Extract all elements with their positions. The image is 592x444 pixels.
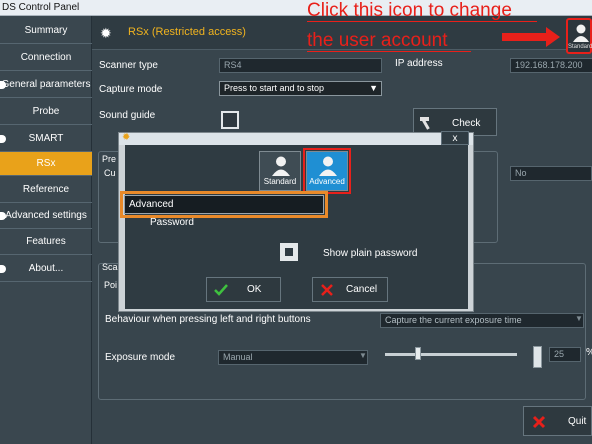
user-icon: [272, 156, 290, 176]
sun-icon: ✹: [100, 25, 112, 41]
sun-icon: ✹: [122, 132, 131, 143]
user-account-dialog: ✹ x Standard Advanced Password Show plai…: [118, 131, 474, 312]
capture-mode-value: Press to start and to stop: [224, 83, 325, 93]
check-button-label: Check: [452, 118, 481, 129]
window-title: DS Control Panel: [2, 2, 80, 13]
control-panel-window: DS Control Panel Summary Connection Gene…: [0, 0, 592, 444]
sidebar-item-label: RSx: [36, 158, 56, 169]
dialog-titlebar: ✹: [119, 132, 473, 145]
exposure-slider-track[interactable]: [385, 353, 517, 356]
sidebar-item-summary[interactable]: Summary: [0, 18, 92, 44]
sidebar-item-label: Connection: [20, 52, 72, 63]
page-title: RSx (Restricted access): [128, 26, 246, 38]
exposure-slider-handle[interactable]: [415, 347, 421, 360]
annotation-underline-1: [307, 21, 537, 22]
cancel-button-label: Cancel: [346, 284, 378, 295]
behaviour-label: Behaviour when pressing left and right b…: [105, 314, 311, 325]
scanner-type-label: Scanner type: [99, 60, 158, 71]
user-icon: [573, 24, 589, 42]
ok-button[interactable]: OK: [206, 277, 281, 302]
show-plain-password-label: Show plain password: [323, 248, 418, 259]
scanner-type-field: RS4: [219, 58, 382, 73]
pre-setting-field[interactable]: No: [510, 166, 592, 181]
sound-guide-label: Sound guide: [99, 110, 156, 121]
checkbox-mark: [285, 248, 293, 256]
scan-row-label: Poi: [104, 280, 118, 290]
quit-button[interactable]: Quit: [523, 406, 592, 436]
dialog-close-button[interactable]: x: [441, 131, 469, 145]
user-account-button[interactable]: Standard: [566, 18, 592, 54]
password-label: Password: [150, 217, 194, 228]
annotation-underline-2: [307, 51, 471, 52]
annotation-arrow-head: [546, 27, 560, 47]
exposure-mode-label: Exposure mode: [105, 352, 176, 363]
ip-address-label: IP address: [395, 58, 443, 69]
exposure-value-field[interactable]: 25: [549, 347, 581, 362]
sidebar-item-general-parameters[interactable]: General parameters: [0, 72, 92, 98]
capture-mode-select[interactable]: Press to start and to stop ▼: [219, 81, 382, 96]
hammer-icon: [420, 117, 430, 130]
sidebar-item-label: SMART: [28, 133, 64, 144]
exposure-unit: %: [586, 347, 592, 358]
dropdown-arrow-icon: ▼: [575, 314, 583, 323]
sidebar-item-smart[interactable]: SMART: [0, 126, 92, 152]
sidebar-item-label: Advanced settings: [5, 210, 87, 221]
annotation-arrow-shaft: [502, 33, 550, 41]
sidebar-item-label: Features: [26, 236, 66, 247]
sidebar-item-rsx[interactable]: RSx: [0, 152, 92, 176]
sound-guide-checkbox[interactable]: [221, 111, 239, 129]
password-input[interactable]: Advanced: [120, 191, 328, 218]
bullet-icon: [0, 265, 6, 273]
user-account-label: Standard: [568, 44, 592, 50]
standard-account-label: Standard: [263, 177, 297, 186]
advanced-account-label: Advanced: [309, 177, 345, 186]
annotation-line-2: the user account: [307, 30, 448, 51]
close-icon: [532, 415, 546, 429]
ok-button-label: OK: [247, 284, 262, 295]
sidebar-item-label: Probe: [32, 106, 60, 117]
sidebar-item-about[interactable]: About...: [0, 256, 92, 282]
show-plain-password-checkbox[interactable]: [280, 243, 298, 261]
sidebar: Summary Connection General parameters Pr…: [0, 16, 92, 444]
advanced-account-option[interactable]: Advanced: [303, 148, 351, 194]
dropdown-arrow-icon: ▼: [359, 351, 367, 360]
annotation-line-1: Click this icon to change: [307, 0, 512, 21]
close-icon: [321, 284, 333, 296]
checkmark-icon: [214, 284, 228, 296]
sidebar-item-features[interactable]: Features: [0, 229, 92, 255]
pre-row-label: Cu: [104, 168, 116, 178]
scan-group-label: Sca: [102, 262, 118, 272]
sidebar-item-connection[interactable]: Connection: [0, 45, 92, 71]
sidebar-item-label: Summary: [24, 25, 68, 36]
user-icon: [319, 156, 337, 176]
dropdown-arrow-icon: ▼: [369, 83, 378, 93]
exposure-mode-select[interactable]: Manual: [218, 350, 368, 365]
sidebar-item-label: Reference: [22, 184, 70, 195]
dialog-body: Standard Advanced Password Show plain pa…: [125, 145, 468, 309]
sidebar-item-reference[interactable]: Reference: [0, 177, 92, 203]
pre-group-label: Pre: [102, 154, 117, 164]
sidebar-item-probe[interactable]: Probe: [0, 99, 92, 125]
standard-account-option[interactable]: Standard: [259, 151, 301, 191]
cancel-button[interactable]: Cancel: [312, 277, 388, 302]
ip-address-field[interactable]: 192.168.178.200: [510, 58, 592, 73]
capture-mode-label: Capture mode: [99, 84, 163, 95]
quit-button-label: Quit: [568, 416, 587, 427]
bullet-icon: [0, 135, 6, 143]
sidebar-item-label: About...: [28, 263, 64, 274]
exposure-spinner-buttons[interactable]: [533, 346, 542, 368]
sidebar-item-label: General parameters: [1, 79, 91, 90]
behaviour-select[interactable]: Capture the current exposure time: [380, 313, 584, 328]
sidebar-item-advanced-settings[interactable]: Advanced settings: [0, 203, 92, 229]
